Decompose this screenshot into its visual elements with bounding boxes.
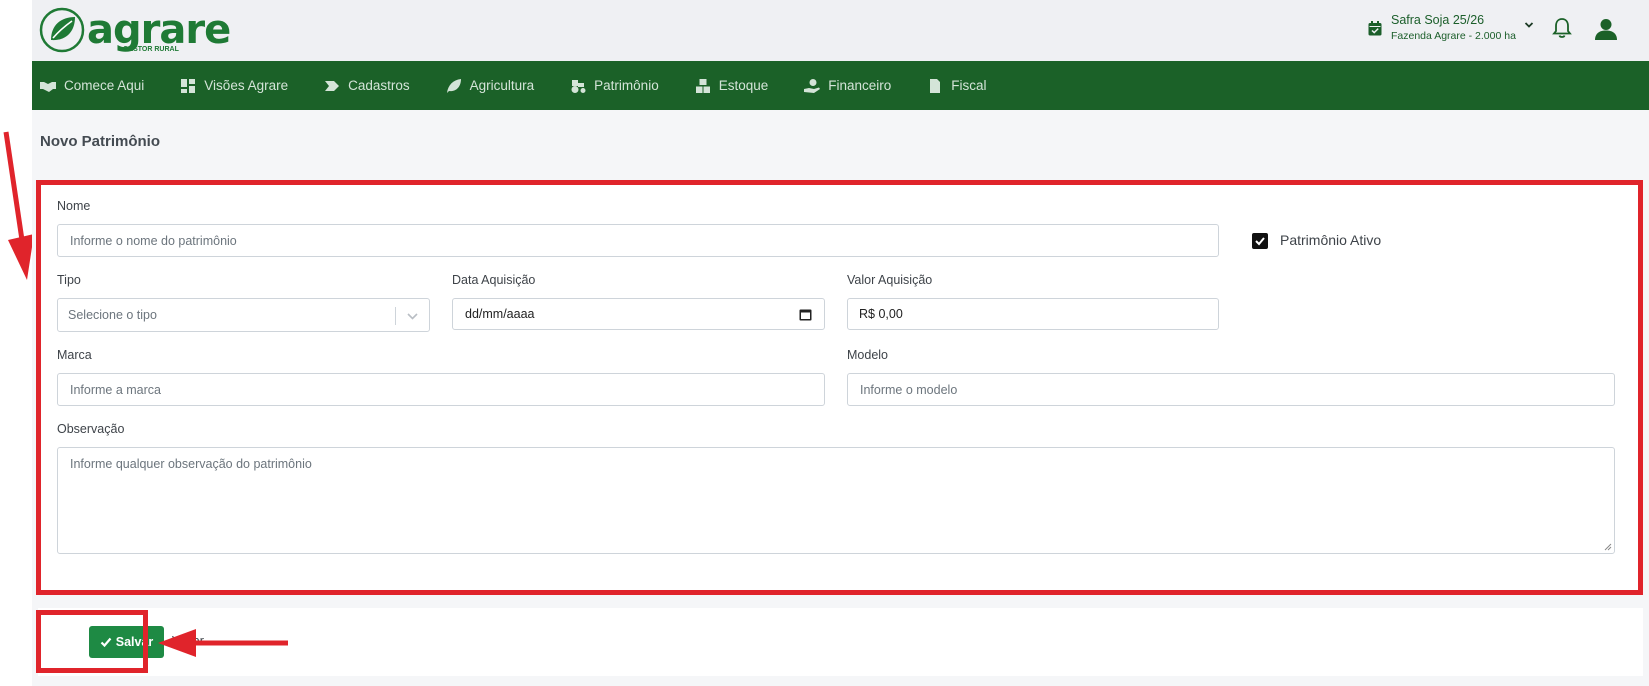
save-button[interactable]: Salvar xyxy=(89,626,164,658)
modelo-input[interactable]: Informe o modelo xyxy=(847,373,1615,406)
ativo-checkbox[interactable] xyxy=(1252,233,1268,249)
modelo-label: Modelo xyxy=(847,348,888,362)
nav-item-fiscal[interactable]: Fiscal xyxy=(927,78,987,94)
tipo-placeholder: Selecione o tipo xyxy=(68,308,157,322)
nav-item-label: Fiscal xyxy=(951,78,987,93)
nav-item-label: Cadastros xyxy=(348,78,410,93)
save-label: Salvar xyxy=(115,635,154,649)
brand-logo[interactable]: agrare GESTOR RURAL xyxy=(39,6,231,54)
app-window: agrare GESTOR RURAL Safra Soja 25/26 Faz… xyxy=(32,0,1649,686)
nav-item-patrimonio[interactable]: Patrimônio xyxy=(570,78,659,94)
ativo-label: Patrimônio Ativo xyxy=(1280,232,1382,248)
nav-item-agricultura[interactable]: Agricultura xyxy=(446,78,535,94)
nav-item-label: Patrimônio xyxy=(594,78,659,93)
boxes-icon xyxy=(695,78,710,93)
form-footer xyxy=(38,608,1643,676)
nome-label: Nome xyxy=(57,199,91,213)
brand-subtitle: GESTOR RURAL xyxy=(123,46,179,53)
safra-name: Safra Soja 25/26 xyxy=(1391,13,1485,27)
dashboard-icon xyxy=(181,78,196,93)
marca-input[interactable]: Informe a marca xyxy=(57,373,825,406)
tractor-icon xyxy=(571,79,586,93)
check-icon xyxy=(1255,237,1265,246)
tipo-select[interactable]: Selecione o tipo xyxy=(57,298,430,332)
back-link[interactable]: Voltar xyxy=(172,634,204,648)
page-title: Novo Patrimônio xyxy=(40,133,161,150)
nav-item-financeiro[interactable]: Financeiro xyxy=(804,78,891,94)
safra-selector[interactable]: Safra Soja 25/26 Fazenda Agrare - 2.000 … xyxy=(1368,12,1534,44)
user-icon[interactable] xyxy=(1594,17,1618,41)
tipo-label: Tipo xyxy=(57,273,81,287)
valor-aquisicao-input[interactable]: R$ 0,00 xyxy=(847,298,1219,330)
nav-item-label: Comece Aqui xyxy=(64,78,145,93)
nome-input[interactable]: Informe o nome do patrimônio xyxy=(57,224,1219,257)
check-icon xyxy=(100,637,112,648)
invoice-icon xyxy=(930,78,941,93)
nav-item-estoque[interactable]: Estoque xyxy=(695,78,769,94)
main-nav: Comece Aqui Visões Agrare Cadastros Agri… xyxy=(32,61,1649,110)
top-bar: agrare GESTOR RURAL Safra Soja 25/26 Faz… xyxy=(32,0,1649,61)
marca-label: Marca xyxy=(57,348,92,362)
chevron-down-icon xyxy=(407,313,418,320)
handshake-icon xyxy=(40,81,56,92)
observacao-textarea[interactable]: Informe qualquer observação do patrimôni… xyxy=(57,447,1615,554)
nav-item-label: Visões Agrare xyxy=(204,78,289,93)
calendar-icon[interactable] xyxy=(799,308,812,321)
bell-icon[interactable] xyxy=(1552,17,1572,39)
pen-icon xyxy=(325,80,340,91)
nav-item-label: Financeiro xyxy=(828,78,892,93)
chevron-down-icon xyxy=(1524,22,1534,28)
valor-aquisicao-value: R$ 0,00 xyxy=(859,307,903,321)
farm-name: Fazenda Agrare - 2.000 ha xyxy=(1391,30,1516,42)
nav-item-label: Estoque xyxy=(718,78,769,93)
data-aquisicao-input[interactable]: dd/mm/aaaa xyxy=(452,298,825,330)
observacao-placeholder: Informe qualquer observação do patrimôni… xyxy=(70,457,312,471)
nav-item-visoes-agrare[interactable]: Visões Agrare xyxy=(180,78,288,94)
leaf-icon xyxy=(446,78,461,93)
calendar-check-icon xyxy=(1368,21,1382,36)
observacao-label: Observação xyxy=(57,422,125,436)
data-aquisicao-value: dd/mm/aaaa xyxy=(465,307,535,321)
select-separator xyxy=(395,307,396,325)
hand-dollar-icon xyxy=(804,78,821,93)
valor-aquisicao-label: Valor Aquisição xyxy=(847,273,933,287)
nav-item-label: Agricultura xyxy=(469,78,535,93)
nav-item-cadastros[interactable]: Cadastros xyxy=(324,78,410,94)
data-aquisicao-label: Data Aquisição xyxy=(452,273,536,287)
resize-handle-icon[interactable] xyxy=(1604,543,1612,551)
nav-item-comece-aqui[interactable]: Comece Aqui xyxy=(40,78,144,94)
brand-name: agrare xyxy=(87,7,231,53)
leaf-logo-icon xyxy=(39,7,85,53)
